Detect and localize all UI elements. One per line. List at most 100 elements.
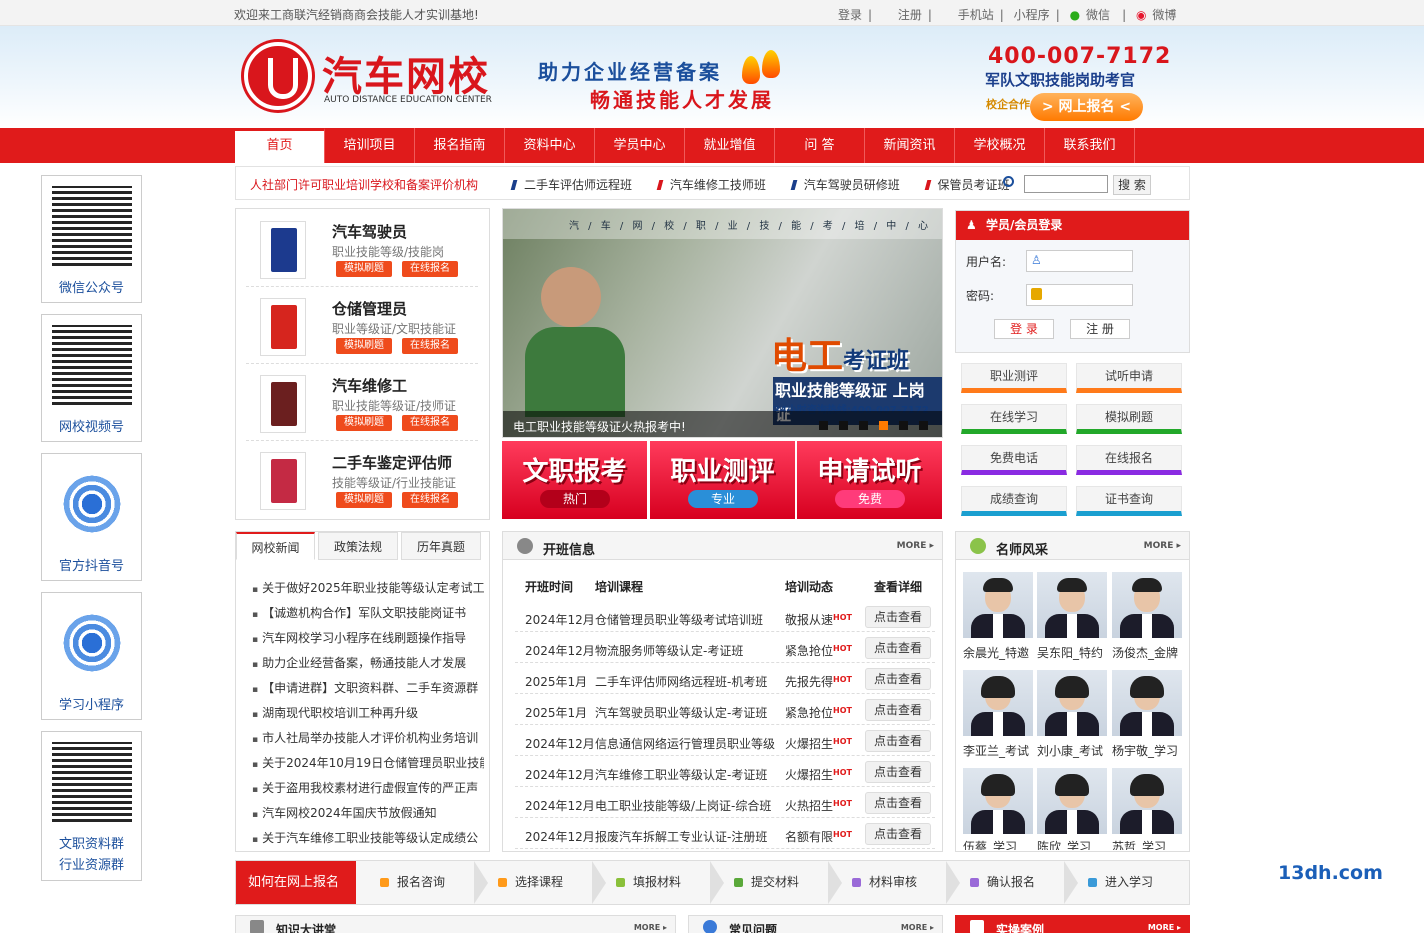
more-link[interactable]: MORE ▸: [634, 923, 667, 932]
news-item[interactable]: 汽车网校学习小程序在线刷题操作指导: [252, 629, 484, 646]
news-item[interactable]: 关于盗用我校素材进行虚假宣传的严正声: [252, 779, 484, 796]
news-item[interactable]: 助力企业经营备案，畅通技能人才发展: [252, 654, 484, 671]
view-detail-button[interactable]: 点击查看: [865, 606, 931, 628]
view-detail-button[interactable]: 点击查看: [865, 730, 931, 752]
course-item[interactable]: 汽车维修工 职业技能等级证/技师证 模拟刷题 在线报名: [246, 365, 478, 441]
tab-school-news[interactable]: 网校新闻: [236, 532, 315, 560]
teacher-photo[interactable]: [1112, 768, 1182, 834]
slide-dot-active[interactable]: [879, 421, 888, 430]
more-link[interactable]: MORE ▸: [897, 541, 934, 551]
teacher-photo[interactable]: [1112, 572, 1182, 638]
class-course[interactable]: 报废汽车拆解工专业认证-注册班: [595, 828, 767, 845]
slide-dot[interactable]: [919, 421, 928, 430]
teacher-name[interactable]: 汤俊杰_金牌: [1112, 644, 1178, 661]
step-item[interactable]: 报名咨询: [380, 861, 445, 904]
practice-button[interactable]: 模拟刷题: [336, 415, 392, 431]
news-item[interactable]: 【申请进群】文职资料群、二手车资源群: [252, 679, 484, 696]
login-link[interactable]: 登录: [838, 6, 862, 23]
teacher-name[interactable]: 伍蔡_学习: [963, 838, 1017, 850]
news-item[interactable]: 关于做好2025年职业技能等级认定考试工: [252, 579, 484, 596]
slide-dot[interactable]: [819, 421, 828, 430]
qr-groups[interactable]: 文职资料群 行业资源群: [41, 731, 142, 881]
login-button[interactable]: 登 录: [994, 319, 1054, 339]
wechat-link[interactable]: ● 微信: [1070, 6, 1117, 23]
news-item[interactable]: 湖南现代职校培训工种再升级: [252, 704, 484, 721]
news-item[interactable]: 【诚邀机构合作】军队文职技能岗证书: [252, 604, 484, 621]
quick-score-button[interactable]: 成绩查询: [961, 486, 1067, 516]
nav-students[interactable]: 学员中心: [595, 128, 685, 163]
teacher-photo[interactable]: [1037, 670, 1107, 736]
practice-button[interactable]: 模拟刷题: [336, 261, 392, 277]
apply-button[interactable]: 在线报名: [402, 492, 458, 508]
more-link[interactable]: MORE ▸: [901, 923, 934, 932]
view-detail-button[interactable]: 点击查看: [865, 823, 931, 845]
more-link[interactable]: MORE ▸: [1144, 541, 1181, 551]
apply-button[interactable]: 在线报名: [402, 415, 458, 431]
class-course[interactable]: 电工职业技能等级/上岗证-综合班: [595, 797, 771, 814]
password-input[interactable]: [1026, 284, 1133, 306]
step-item[interactable]: 确认报名: [970, 861, 1035, 904]
nav-news[interactable]: 新闻资讯: [865, 128, 955, 163]
news-item[interactable]: 关于2024年10月19日仓储管理员职业技能: [252, 754, 484, 771]
quick-apply-button[interactable]: 在线报名: [1076, 445, 1182, 475]
qr-mini-program[interactable]: 学习小程序: [41, 592, 142, 720]
news-item[interactable]: 汽车网校2024年国庆节放假通知: [252, 804, 484, 821]
step-item[interactable]: 进入学习: [1088, 861, 1153, 904]
notice-link[interactable]: 保管员考证班: [924, 178, 1010, 192]
teacher-photo[interactable]: [963, 768, 1033, 834]
nav-guide[interactable]: 报名指南: [415, 128, 505, 163]
qr-video[interactable]: 网校视频号: [41, 314, 142, 442]
quick-cert-button[interactable]: 证书查询: [1076, 486, 1182, 516]
course-item[interactable]: 二手车鉴定评估师 技能等级证/行业技能证 模拟刷题 在线报名: [246, 442, 478, 518]
qr-douyin[interactable]: 官方抖音号: [41, 453, 142, 581]
news-item[interactable]: 关于汽车维修工职业技能等级认定成绩公: [252, 829, 484, 846]
step-item[interactable]: 提交材料: [734, 861, 799, 904]
class-course[interactable]: 二手车评估师网络远程班-机考班: [595, 673, 767, 690]
teacher-photo[interactable]: [1037, 768, 1107, 834]
view-detail-button[interactable]: 点击查看: [865, 699, 931, 721]
practice-button[interactable]: 模拟刷题: [336, 338, 392, 354]
more-link[interactable]: MORE ▸: [1148, 923, 1181, 932]
class-course[interactable]: 信息通信网络运行管理员职业等级: [595, 735, 775, 752]
step-item[interactable]: 材料审核: [852, 861, 917, 904]
teacher-photo[interactable]: [1037, 572, 1107, 638]
notice-link[interactable]: 汽车驾驶员研修班: [790, 178, 900, 192]
apply-button[interactable]: 在线报名: [402, 261, 458, 277]
apply-button[interactable]: 在线报名: [402, 338, 458, 354]
teacher-name[interactable]: 吴东阳_特约: [1037, 644, 1103, 661]
nav-about[interactable]: 学校概况: [955, 128, 1045, 163]
logo-title[interactable]: 汽车网校: [322, 44, 490, 102]
logo-emblem-icon[interactable]: [244, 42, 312, 110]
notice-link[interactable]: 汽车维修工技师班: [656, 178, 766, 192]
nav-resources[interactable]: 资料中心: [505, 128, 595, 163]
view-detail-button[interactable]: 点击查看: [865, 668, 931, 690]
slide-dot[interactable]: [859, 421, 868, 430]
course-title[interactable]: 仓储管理员: [332, 298, 407, 319]
teacher-name[interactable]: 李亚兰_考试: [963, 742, 1029, 759]
mini-program-link[interactable]: 小程序: [1014, 6, 1050, 23]
quick-learn-button[interactable]: 在线学习: [961, 404, 1067, 434]
tab-past-exams[interactable]: 历年真题: [401, 532, 481, 560]
slide-dot[interactable]: [839, 421, 848, 430]
course-title[interactable]: 二手车鉴定评估师: [332, 452, 452, 473]
quick-assessment-button[interactable]: 职业测评: [961, 363, 1067, 393]
quick-trial-button[interactable]: 试听申请: [1076, 363, 1182, 393]
course-title[interactable]: 汽车维修工: [332, 375, 407, 396]
view-detail-button[interactable]: 点击查看: [865, 637, 931, 659]
weibo-link[interactable]: ◉ 微博: [1136, 6, 1183, 23]
class-course[interactable]: 物流服务师等级认定-考证班: [595, 642, 743, 659]
class-course[interactable]: 汽车驾驶员职业等级认定-考证班: [595, 704, 767, 721]
teacher-name[interactable]: 陈欣_学习: [1037, 838, 1091, 850]
teacher-name[interactable]: 苏哲_学习: [1112, 838, 1166, 850]
course-title[interactable]: 汽车驾驶员: [332, 221, 407, 242]
teacher-name[interactable]: 刘小康_考试: [1037, 742, 1103, 759]
nav-qa[interactable]: 问 答: [775, 128, 865, 163]
nav-home[interactable]: 首页: [235, 128, 325, 163]
register-link[interactable]: 注册: [898, 6, 922, 23]
teacher-photo[interactable]: [963, 572, 1033, 638]
promo-exam[interactable]: 文职报考 热门: [502, 441, 647, 519]
practice-button[interactable]: 模拟刷题: [336, 492, 392, 508]
step-item[interactable]: 填报材料: [616, 861, 681, 904]
register-button[interactable]: 注 册: [1070, 319, 1130, 339]
teacher-name[interactable]: 杨宇敬_学习: [1112, 742, 1178, 759]
